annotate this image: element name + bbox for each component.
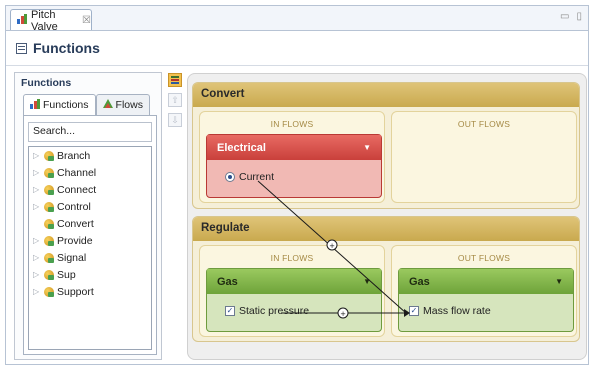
- tree-item-label: Connect: [57, 183, 97, 196]
- flow-card-header: Gas ▼: [399, 269, 573, 294]
- flow-item-label: Mass flow rate: [423, 305, 491, 317]
- expand-icon[interactable]: ▷: [33, 151, 41, 160]
- editor-tab-bar: Pitch Valve ☒ ▭ ▯: [5, 5, 589, 33]
- expand-icon[interactable]: ▷: [33, 202, 41, 211]
- flow-item-static-pressure[interactable]: ✓ Static pressure: [225, 305, 309, 317]
- checkbox-icon[interactable]: ✓: [409, 306, 419, 316]
- flows-icon: [102, 98, 113, 112]
- flow-item-mass-flow-rate[interactable]: ✓ Mass flow rate: [409, 305, 491, 317]
- function-icon: [44, 235, 54, 246]
- arrow-down-icon: ⇩: [171, 114, 179, 125]
- radio-icon: [225, 172, 235, 182]
- close-tab-icon[interactable]: ☒: [82, 15, 91, 26]
- out-flows-label: OUT FLOWS: [457, 253, 511, 263]
- tree-item-label: Branch: [57, 149, 91, 162]
- tree-item-label: Control: [57, 200, 91, 213]
- function-icon: [44, 167, 54, 178]
- checkbox-icon[interactable]: ✓: [225, 306, 235, 316]
- function-title: Regulate: [193, 217, 579, 241]
- function-icon: [44, 252, 54, 263]
- expand-icon[interactable]: ▷: [33, 185, 41, 194]
- tree-item-branch[interactable]: ▷ Branch: [29, 147, 151, 164]
- flow-name: Gas: [409, 275, 430, 288]
- maximize-icon[interactable]: ▯: [576, 11, 582, 22]
- flow-item-label: Current: [239, 171, 275, 183]
- arrow-up-icon: ⇧: [171, 94, 179, 105]
- flow-card-header: Gas ▼: [207, 269, 381, 294]
- minimize-icon[interactable]: ▭: [560, 11, 569, 22]
- tab-flows-label: Flows: [115, 99, 143, 111]
- out-flows-box: OUT FLOWS Gas ▼ ✓ Mass flow rate: [391, 245, 577, 337]
- function-icon: [44, 269, 54, 280]
- editor-tab[interactable]: Pitch Valve ☒: [10, 8, 92, 33]
- out-flows-box: OUT FLOWS: [391, 111, 577, 203]
- flow-item-label: Static pressure: [239, 305, 310, 317]
- tab-flows[interactable]: Flows: [95, 94, 150, 115]
- chart-icon: [17, 14, 27, 27]
- flow-name: Electrical: [217, 141, 266, 154]
- expand-icon[interactable]: ▷: [33, 270, 41, 279]
- tree-item-convert[interactable]: Convert: [29, 215, 151, 232]
- chevron-down-icon[interactable]: ▼: [555, 277, 563, 286]
- tree-item-label: Support: [57, 285, 94, 298]
- tree-item-label: Channel: [57, 166, 97, 179]
- function-title: Convert: [193, 83, 579, 107]
- tree-item-control[interactable]: ▷ Control: [29, 198, 151, 215]
- page-title: Functions: [33, 40, 100, 56]
- window-controls: ▭ ▯: [560, 11, 582, 22]
- tab-functions-label: Functions: [43, 99, 89, 111]
- expand-icon[interactable]: ▷: [33, 287, 41, 296]
- move-up-button[interactable]: ⇧: [168, 93, 182, 107]
- tree-item-label: Convert: [57, 217, 94, 230]
- function-panel-convert[interactable]: Convert IN FLOWS Electrical ▼ Current OU…: [192, 82, 580, 209]
- tree-item-label: Sup: [57, 268, 76, 281]
- expand-icon[interactable]: ▷: [33, 168, 41, 177]
- tab-functions[interactable]: Functions: [23, 94, 96, 115]
- palette-title: Functions: [21, 77, 72, 89]
- page-header: Functions: [6, 31, 588, 66]
- flow-card-electrical[interactable]: Electrical ▼ Current: [206, 134, 382, 198]
- tree-item-label: Signal: [57, 251, 87, 264]
- function-icon: [44, 150, 54, 161]
- tree-item-support[interactable]: ▷ Support: [29, 283, 151, 300]
- diagram-canvas[interactable]: Convert IN FLOWS Electrical ▼ Current OU…: [187, 73, 587, 360]
- out-flows-label: OUT FLOWS: [457, 119, 511, 129]
- flow-name: Gas: [217, 275, 238, 288]
- in-flows-label: IN FLOWS: [270, 253, 314, 263]
- chevron-down-icon[interactable]: ▼: [363, 143, 371, 152]
- expand-icon[interactable]: ▷: [33, 253, 41, 262]
- diagram-toolbar: ⇧ ⇩: [168, 73, 182, 133]
- search-input[interactable]: Search...: [28, 122, 152, 142]
- chart-icon: [30, 98, 40, 112]
- tree-item-channel[interactable]: ▷ Channel: [29, 164, 151, 181]
- tree-item-label: Provide: [57, 234, 93, 247]
- layout-toggle-button[interactable]: [168, 73, 182, 87]
- function-panel-regulate[interactable]: Regulate IN FLOWS Gas ▼ ✓ Static pressur…: [192, 216, 580, 342]
- flow-card-header: Electrical ▼: [207, 135, 381, 160]
- function-tree: ▷ Branch ▷ Channel ▷ Connect ▷ Control Conve…: [28, 146, 152, 350]
- palette-tabs: Functions Flows: [23, 94, 150, 115]
- in-flows-label: IN FLOWS: [270, 119, 314, 129]
- form-icon: [16, 42, 27, 54]
- palette-body: Search... ▷ Branch ▷ Channel ▷ Connect ▷ Con…: [23, 115, 157, 355]
- function-icon: [44, 201, 54, 212]
- tree-item-provide[interactable]: ▷ Provide: [29, 232, 151, 249]
- flow-card-gas-out[interactable]: Gas ▼ ✓ Mass flow rate: [398, 268, 574, 332]
- tree-item-connect[interactable]: ▷ Connect: [29, 181, 151, 198]
- function-icon: [44, 184, 54, 195]
- move-down-button[interactable]: ⇩: [168, 113, 182, 127]
- list-icon: [171, 76, 179, 84]
- functions-palette: Functions Functions Flows Search... ▷ Bra…: [14, 72, 162, 360]
- flow-item-current[interactable]: Current: [225, 171, 274, 183]
- function-icon: [44, 286, 54, 297]
- in-flows-box: IN FLOWS Gas ▼ ✓ Static pressure: [199, 245, 385, 337]
- editor-tab-label: Pitch Valve: [31, 8, 58, 33]
- tree-item-signal[interactable]: ▷ Signal: [29, 249, 151, 266]
- expand-icon[interactable]: ▷: [33, 236, 41, 245]
- flow-card-gas-in[interactable]: Gas ▼ ✓ Static pressure: [206, 268, 382, 332]
- function-icon: [44, 218, 54, 229]
- in-flows-box: IN FLOWS Electrical ▼ Current: [199, 111, 385, 203]
- chevron-down-icon[interactable]: ▼: [363, 277, 371, 286]
- tree-item-sup[interactable]: ▷ Sup: [29, 266, 151, 283]
